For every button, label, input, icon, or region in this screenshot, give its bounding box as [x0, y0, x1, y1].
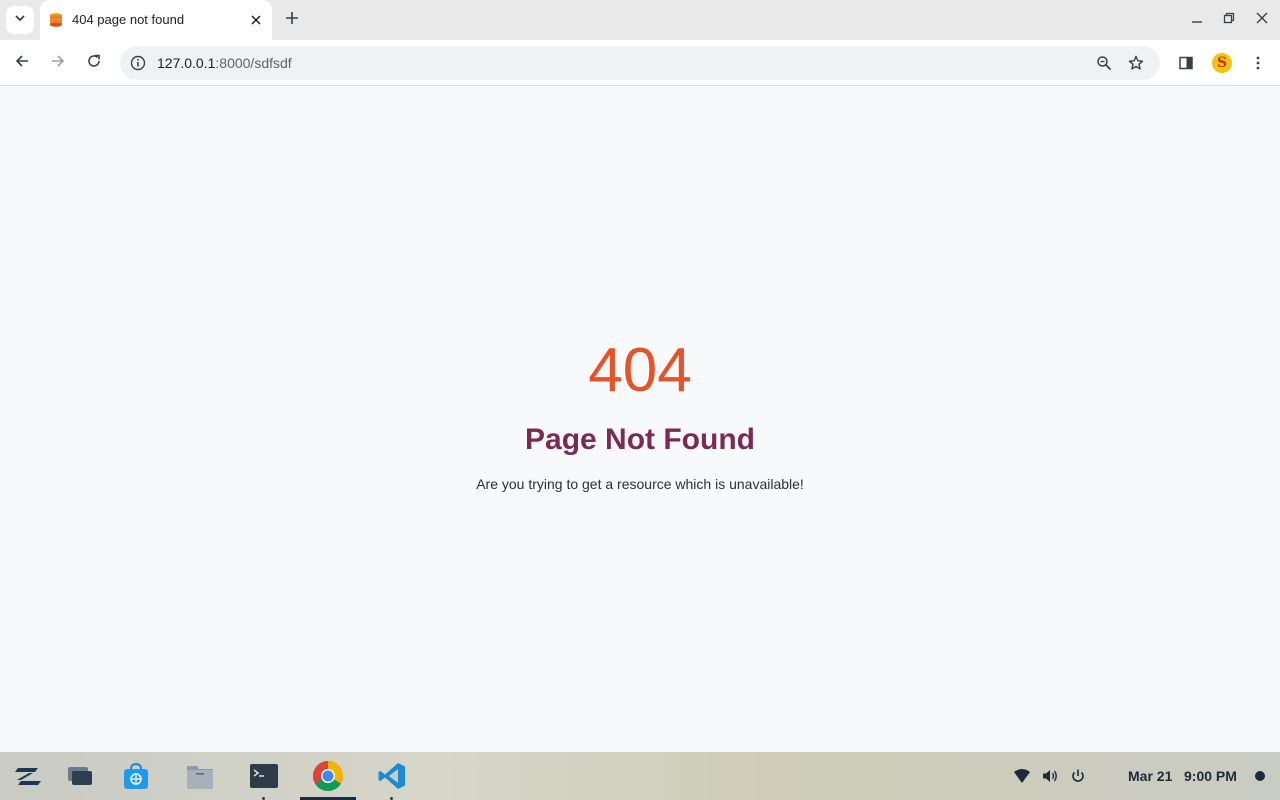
- bookmark-star-icon[interactable]: [1126, 53, 1146, 73]
- tab-strip: 404 page not found: [0, 0, 1280, 40]
- arrow-left-icon: [14, 53, 30, 74]
- arrow-right-icon: [50, 53, 66, 74]
- close-icon: [1256, 11, 1268, 29]
- profile-avatar[interactable]: S: [1212, 53, 1232, 73]
- site-info-icon[interactable]: [128, 53, 148, 73]
- back-button[interactable]: [9, 50, 35, 76]
- close-window-button[interactable]: [1252, 10, 1272, 30]
- page-content: 404 Page Not Found Are you trying to get…: [0, 87, 1280, 752]
- forward-button[interactable]: [45, 50, 71, 76]
- plus-icon: [285, 11, 299, 30]
- tab-search-button[interactable]: [6, 6, 34, 34]
- stacked-database-icon: [48, 12, 64, 28]
- chrome-icon[interactable]: [312, 760, 344, 792]
- window-switcher-icon[interactable]: [64, 760, 96, 792]
- chevron-down-icon: [14, 11, 26, 29]
- software-store-icon[interactable]: [120, 760, 152, 792]
- minimize-button[interactable]: [1187, 10, 1207, 30]
- zoom-icon[interactable]: [1094, 53, 1114, 73]
- volume-icon[interactable]: [1040, 766, 1060, 786]
- error-code: 404: [588, 336, 692, 405]
- url-host: 127.0.0.1: [157, 55, 216, 71]
- restore-button[interactable]: [1219, 10, 1239, 30]
- tab-title: 404 page not found: [72, 12, 185, 27]
- vscode-icon[interactable]: [376, 760, 408, 792]
- notification-dot[interactable]: [1255, 771, 1265, 781]
- reload-button[interactable]: [81, 50, 107, 76]
- reload-icon: [86, 53, 102, 74]
- taskbar-time[interactable]: 9:00 PM: [1184, 768, 1237, 784]
- browser-toolbar: 127.0.0.1:8000/sdfsdf S: [0, 40, 1280, 86]
- wifi-icon[interactable]: [1012, 766, 1032, 786]
- address-bar[interactable]: 127.0.0.1:8000/sdfsdf: [120, 46, 1160, 80]
- new-tab-button[interactable]: [280, 8, 304, 32]
- taskbar-date[interactable]: Mar 21: [1128, 768, 1172, 784]
- url-path: :8000/sdfsdf: [215, 55, 292, 71]
- files-icon[interactable]: [184, 760, 216, 792]
- active-tab[interactable]: 404 page not found: [40, 0, 272, 40]
- terminal-icon[interactable]: [248, 760, 280, 792]
- close-tab-icon[interactable]: [246, 10, 266, 30]
- taskbar: Mar 21 9:00 PM: [0, 752, 1280, 800]
- restore-icon: [1223, 11, 1235, 29]
- power-icon[interactable]: [1068, 766, 1088, 786]
- more-menu-icon[interactable]: [1246, 51, 1270, 75]
- zorin-menu-icon[interactable]: [12, 760, 44, 792]
- error-message: Are you trying to get a resource which i…: [476, 476, 804, 492]
- url-text[interactable]: 127.0.0.1:8000/sdfsdf: [157, 55, 292, 71]
- page-title: Page Not Found: [525, 423, 755, 456]
- side-panel-icon[interactable]: [1174, 51, 1198, 75]
- minimize-icon: [1191, 11, 1203, 29]
